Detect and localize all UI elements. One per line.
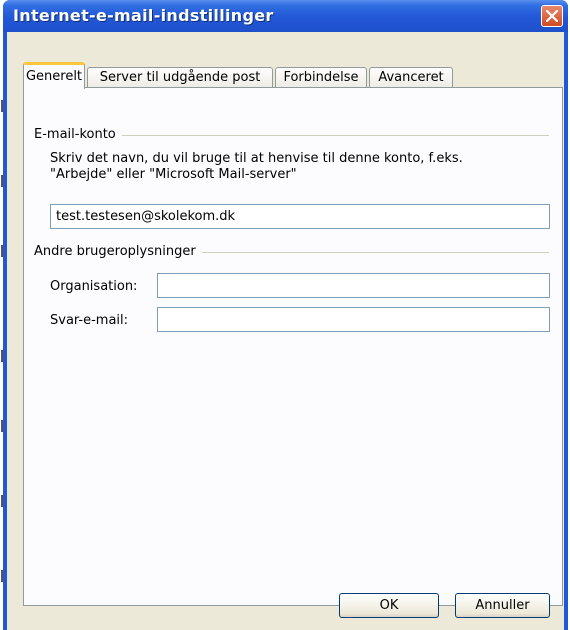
ok-button[interactable]: OK bbox=[339, 593, 439, 618]
email-account-description-line1: Skriv det navn, du vil bruge til at henv… bbox=[50, 151, 463, 166]
ok-button-label: OK bbox=[379, 598, 399, 613]
cancel-button[interactable]: Annuller bbox=[455, 593, 550, 618]
reply-email-input[interactable] bbox=[157, 307, 550, 332]
tab-label: Avanceret bbox=[378, 70, 444, 85]
close-button[interactable] bbox=[541, 5, 563, 27]
title-bar[interactable]: Internet-e-mail-indstillinger bbox=[3, 0, 568, 32]
dialog-client-area: Generelt Server til udgående post Forbin… bbox=[7, 32, 564, 630]
tab-avanceret[interactable]: Avanceret bbox=[369, 67, 453, 88]
organisation-label: Organisation: bbox=[50, 279, 138, 294]
tab-label: Generelt bbox=[25, 69, 83, 84]
cancel-button-label: Annuller bbox=[475, 598, 530, 613]
reply-email-label: Svar-e-mail: bbox=[50, 313, 129, 328]
user-info-heading: Andre brugeroplysninger bbox=[34, 244, 202, 259]
tab-server-til-udgaaende-post[interactable]: Server til udgående post bbox=[87, 67, 273, 88]
tab-generelt[interactable]: Generelt bbox=[23, 62, 85, 89]
close-icon bbox=[546, 10, 558, 22]
email-account-heading: E-mail-konto bbox=[34, 127, 122, 142]
tab-panel-generelt: E-mail-konto Skriv det navn, du vil brug… bbox=[23, 87, 563, 606]
tab-label: Forbindelse bbox=[283, 70, 359, 85]
account-name-input[interactable]: test.testesen@skolekom.dk bbox=[50, 204, 550, 229]
email-account-description-line2: "Arbejde" eller "Microsoft Mail-server" bbox=[50, 167, 297, 182]
tab-label: Server til udgående post bbox=[99, 70, 261, 85]
tab-forbindelse[interactable]: Forbindelse bbox=[275, 67, 367, 88]
window-title: Internet-e-mail-indstillinger bbox=[13, 6, 274, 25]
organisation-input[interactable] bbox=[157, 273, 550, 298]
dialog-window: Internet-e-mail-indstillinger Generelt S… bbox=[3, 0, 568, 630]
